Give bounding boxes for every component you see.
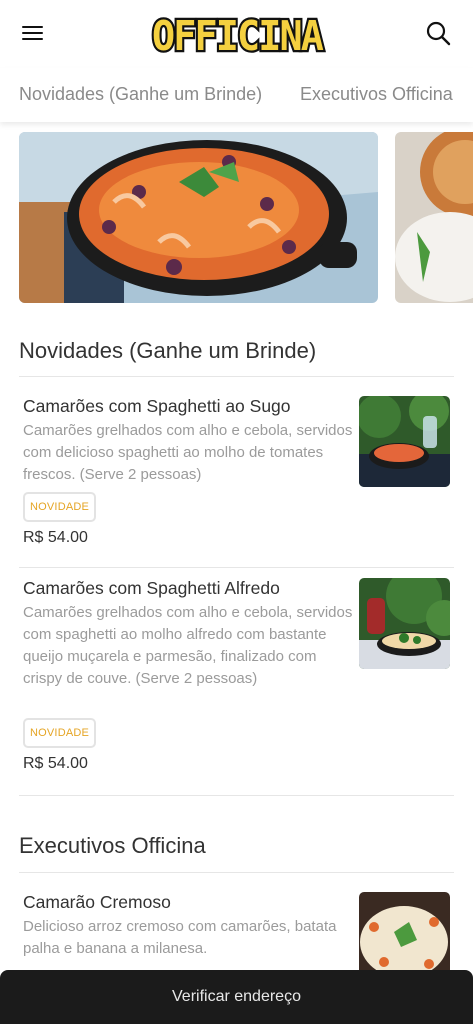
section-title-executivos: Executivos Officina — [19, 833, 206, 858]
verify-address-button[interactable]: Verificar endereço — [0, 970, 473, 1024]
promo-banner-paella[interactable] — [19, 132, 378, 303]
item-description: Delicioso arroz cremoso com camarões, ba… — [23, 918, 337, 957]
divider — [19, 567, 454, 568]
novidade-badge: NOVIDADE — [23, 492, 97, 522]
item-name: Camarão Cremoso — [23, 892, 171, 912]
item-name: Camarões com Spaghetti Alfredo — [23, 578, 280, 598]
divider — [19, 795, 454, 796]
category-tabs: Novidades (Ganhe um Brinde) Executivos O… — [0, 68, 473, 122]
menu-item[interactable]: Camarões com Spaghetti ao Sugo Camarões … — [19, 396, 454, 556]
item-price: R$ 54.00 — [23, 755, 88, 772]
menu-item[interactable]: Camarões com Spaghetti Alfredo Camarões … — [19, 578, 454, 778]
item-name: Camarões com Spaghetti ao Sugo — [23, 396, 291, 416]
section-title-novidades: Novidades (Ganhe um Brinde) — [19, 338, 317, 363]
logo-wordmark: OFFICINA — [150, 10, 329, 58]
tab-novidades[interactable]: Novidades (Ganhe um Brinde) — [19, 84, 262, 105]
item-description: Camarões grelhados com alho e cebola, se… — [23, 422, 353, 483]
officina-logo[interactable]: OFFICINA — [132, 10, 342, 58]
rice-dish-image — [395, 132, 473, 303]
divider — [19, 872, 454, 873]
paella-image — [19, 132, 378, 303]
item-photo — [359, 396, 450, 487]
menu-item[interactable]: Camarão Cremoso Delicioso arroz cremoso … — [19, 892, 454, 983]
divider — [19, 376, 454, 377]
hamburger-menu-icon[interactable] — [18, 20, 46, 46]
tab-executivos[interactable]: Executivos Officina — [300, 84, 453, 105]
top-bar: OFFICINA — [0, 0, 473, 68]
promo-banner-rice[interactable] — [395, 132, 473, 303]
item-price: R$ 54.00 — [23, 529, 88, 546]
item-description: Camarões grelhados com alho e cebola, se… — [23, 604, 353, 687]
item-photo — [359, 578, 450, 669]
logo-text: OFFICINA — [152, 12, 324, 58]
search-icon[interactable] — [424, 19, 452, 47]
novidade-badge: NOVIDADE — [23, 718, 97, 748]
